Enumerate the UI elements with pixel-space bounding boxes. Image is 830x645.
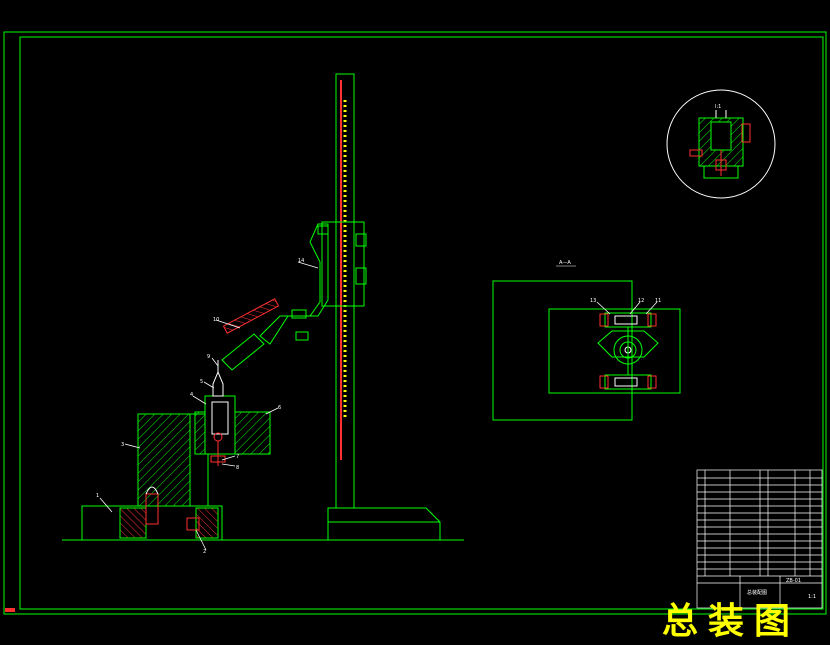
part-number: 4	[190, 392, 193, 398]
part-number: 6	[278, 405, 281, 411]
part-number: 3	[121, 442, 124, 448]
section-labels: A—A 13 12 11	[559, 260, 661, 304]
drawing-number: ZB-01	[786, 578, 801, 584]
corner-mark	[5, 608, 15, 612]
part-number: 1	[96, 493, 99, 499]
scale-value: 1:1	[808, 594, 816, 600]
part-number: 11	[655, 298, 661, 304]
part-number: 2	[203, 549, 206, 555]
section-leaders	[596, 301, 658, 315]
part-number: 7	[236, 454, 239, 460]
sheet-title: 总装图	[662, 600, 801, 642]
section-view-a-a	[492, 280, 681, 421]
part-number: 13	[590, 298, 596, 304]
part-number: 14	[298, 258, 304, 264]
part-number: 12	[638, 298, 644, 304]
detail-labels: I:1	[715, 104, 721, 110]
section-title: A—A	[559, 260, 571, 266]
detail-scale-label: I:1	[715, 104, 721, 110]
part-number: 9	[207, 354, 210, 360]
drawing-sheet: 1 2 3 4 5 6 7 8 9 10 14 A—A 13 12 11 I:1…	[3, 31, 827, 615]
cad-canvas: 1 2 3 4 5 6 7 8 9 10 14 A—A 13 12 11 I:1…	[0, 0, 830, 645]
main-assembly-view	[62, 73, 464, 541]
part-number: 5	[200, 379, 203, 385]
part-number: 8	[236, 465, 239, 471]
title-block	[696, 469, 823, 609]
part-number: 10	[213, 317, 219, 323]
